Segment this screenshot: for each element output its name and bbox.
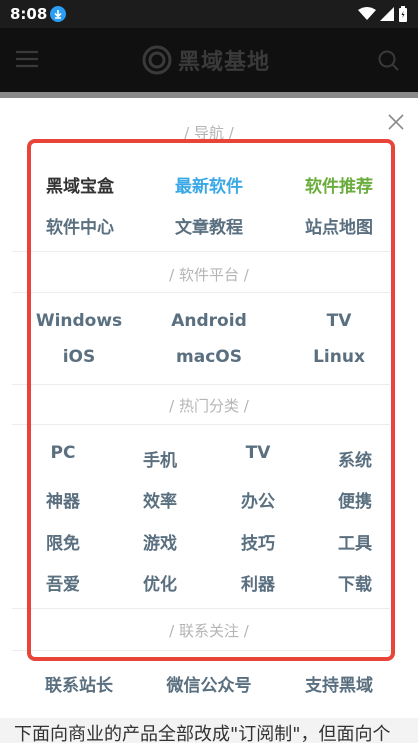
system-icons: [358, 6, 408, 22]
search-icon[interactable]: [378, 50, 400, 76]
logo-text: 黑域基地: [178, 50, 271, 75]
contact-support[interactable]: 支持黑域: [290, 671, 388, 696]
site-logo[interactable]: 黑域基地: [142, 44, 270, 76]
top-app-bar: 黑域基地: [0, 28, 418, 92]
logo-swirl-icon: [142, 45, 172, 75]
contact-wechat[interactable]: 微信公众号: [150, 671, 268, 696]
wifi-icon: [358, 7, 376, 20]
highlight-frame: [27, 139, 395, 661]
article-text-peek: 下面向商业的产品全部改成"订阅制"，但面向个: [0, 718, 418, 743]
download-icon: [50, 6, 66, 22]
signal-icon: [380, 7, 394, 21]
status-time: 8:08: [10, 5, 48, 23]
status-bar: 8:08: [0, 0, 418, 28]
battery-icon: [399, 6, 407, 22]
hamburger-menu-icon[interactable]: [16, 50, 38, 72]
contact-webmaster[interactable]: 联系站长: [30, 671, 128, 696]
